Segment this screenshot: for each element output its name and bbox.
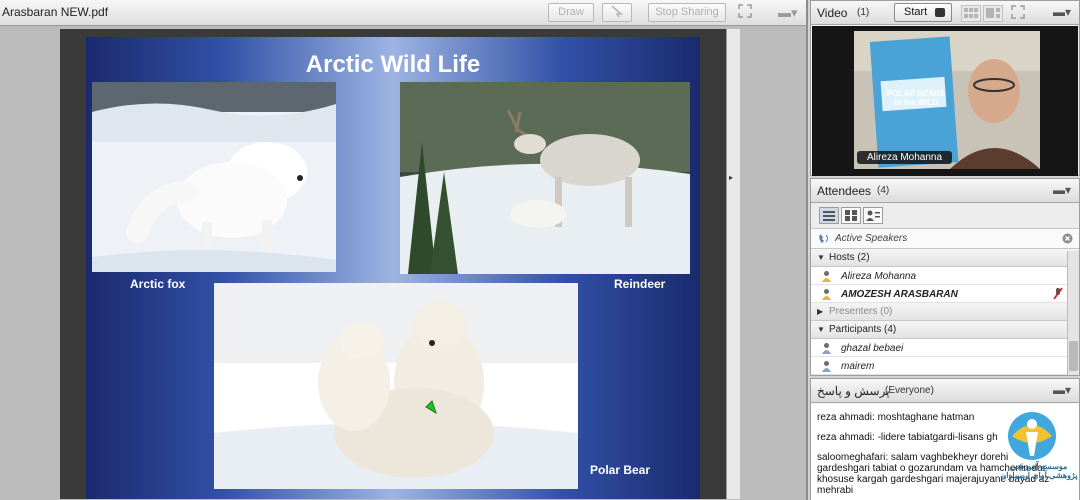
fullscreen-icon	[1011, 5, 1025, 19]
presentation-slide: Arctic Wild Life Arctic fox Reindeer Pol…	[86, 37, 700, 499]
adobe-connect-room: Arasbaran NEW.pdf Draw Stop Sharing ▬▾ A…	[0, 0, 1080, 500]
fullscreen-button[interactable]	[736, 4, 754, 22]
polar-bear-photo	[214, 283, 578, 489]
share-pod-menu-button[interactable]: ▬▾	[778, 4, 798, 22]
video-pod-title: Video	[817, 6, 848, 20]
draw-button[interactable]: Draw	[548, 3, 594, 22]
start-webcam-label: Start	[904, 6, 928, 18]
video-pod: Video (1) ▬▾ POLAR BEARS in the WILD Ali…	[810, 0, 1080, 176]
expand-arrow-icon: ▼	[817, 325, 825, 334]
reindeer-caption: Reindeer	[614, 277, 666, 291]
speaker-phone-icon	[819, 234, 828, 243]
collapse-arrow-icon: ▶	[817, 307, 824, 316]
list-view-icon	[823, 211, 835, 221]
stop-sharing-button[interactable]: Stop Sharing	[648, 3, 726, 22]
camera-icon	[935, 8, 945, 17]
attendee-name: Alireza Mohanna	[841, 271, 917, 282]
arctic-fox-caption: Arctic fox	[130, 277, 186, 291]
start-webcam-button[interactable]: Start	[894, 3, 952, 22]
participant-icon	[822, 361, 831, 372]
qa-audience: (Everyone)	[885, 385, 934, 396]
person-status-icon	[866, 210, 880, 221]
video-count: (1)	[857, 7, 870, 18]
attendee-row[interactable]: AMOZESH ARASBARAN	[811, 285, 1079, 303]
expand-arrow-icon: ▼	[817, 253, 825, 262]
presenters-group-label: Presenters (0)	[829, 306, 893, 317]
breakout-icon	[845, 210, 857, 221]
video-fullscreen-button[interactable]	[1009, 5, 1027, 23]
polar-bear-caption: Polar Bear	[590, 463, 651, 477]
reindeer-photo	[400, 82, 690, 274]
presenters-group-header[interactable]: ▶ Presenters (0)	[811, 303, 1079, 321]
webcam-name-tag: Alireza Mohanna	[857, 151, 953, 164]
attendee-row[interactable]: Alireza Mohanna	[811, 267, 1079, 285]
active-speakers-row[interactable]: Active Speakers	[811, 229, 1079, 249]
close-icon[interactable]	[1062, 233, 1073, 244]
share-content-area: Arctic Wild Life Arctic fox Reindeer Pol…	[0, 27, 806, 500]
slide-title: Arctic Wild Life	[305, 51, 481, 78]
participant-icon	[822, 343, 831, 354]
video-pod-menu-icon[interactable]: ▬▾	[1053, 5, 1071, 19]
attendees-count: (4)	[877, 185, 890, 196]
status-view-button[interactable]	[863, 207, 883, 224]
attendee-name: mairem	[841, 361, 875, 372]
attendee-name: ghazal bebaei	[841, 343, 904, 354]
attendees-pod-header: Attendees (4) ▬▾	[811, 179, 1079, 203]
logo-text: موسسه آموزشی پژوهشی آوای ارسباران	[1000, 462, 1078, 480]
scrollbar-thumb[interactable]	[1069, 341, 1078, 371]
attendees-view-switcher	[811, 203, 1079, 229]
filmstrip-view-button[interactable]	[961, 5, 981, 22]
hosts-group-label: Hosts (2)	[829, 252, 870, 263]
webcam-feed: POLAR BEARS in the WILD	[854, 31, 1040, 169]
hosts-group-header[interactable]: ▼ Hosts (2)	[811, 249, 1079, 267]
presentation-stage: Arctic Wild Life Arctic fox Reindeer Pol…	[60, 29, 726, 499]
share-pod: Arasbaran NEW.pdf Draw Stop Sharing ▬▾ A…	[0, 0, 808, 500]
pod-menu-icon: ▬▾	[778, 5, 798, 20]
logo-emblem-icon	[1008, 412, 1056, 460]
attendee-name: AMOZESH ARASBARAN	[841, 289, 958, 300]
microphone-muted-icon	[1053, 287, 1063, 300]
pointer-icon	[611, 5, 624, 18]
list-view-button[interactable]	[819, 207, 839, 224]
share-toolbar: Arasbaran NEW.pdf Draw Stop Sharing ▬▾	[0, 0, 806, 26]
attendees-pod-menu-icon[interactable]: ▬▾	[1053, 183, 1071, 197]
stage-view-icon	[986, 8, 1000, 18]
participants-group-header[interactable]: ▼ Participants (4)	[811, 321, 1079, 339]
grid-view-icon	[964, 8, 978, 18]
participants-group-label: Participants (4)	[829, 324, 897, 335]
breakout-view-button[interactable]	[841, 207, 861, 224]
attendees-pod-title: Attendees	[817, 184, 872, 198]
document-title: Arasbaran NEW.pdf	[2, 5, 109, 19]
attendee-row[interactable]: ghazal bebaei	[811, 339, 1079, 357]
pod-resize-handle[interactable]: ▸	[726, 29, 740, 499]
attendees-pod: Attendees (4) ▬▾ Active Speakers ▼ Hosts…	[810, 178, 1080, 376]
video-stage: POLAR BEARS in the WILD Alireza Mohanna	[812, 26, 1078, 176]
attendees-scrollbar[interactable]	[1067, 251, 1079, 375]
book-cover-text: POLAR BEARS in the WILD	[886, 89, 946, 107]
qa-pod-title: پرسش و پاسخ	[817, 384, 890, 398]
collapse-arrow-icon: ▸	[729, 173, 734, 182]
stage-view-button[interactable]	[983, 5, 1003, 22]
organization-logo: موسسه آموزشی پژوهشی آوای ارسباران	[998, 410, 1080, 490]
pointer-button[interactable]	[602, 3, 632, 22]
attendee-row[interactable]: mairem	[811, 357, 1079, 375]
host-icon	[822, 271, 831, 282]
qa-pod-header: پرسش و پاسخ (Everyone) ▬▾	[811, 379, 1079, 403]
qa-pod-menu-icon[interactable]: ▬▾	[1053, 383, 1071, 397]
fullscreen-icon	[738, 4, 752, 18]
active-speakers-label: Active Speakers	[835, 233, 908, 244]
host-icon	[822, 289, 831, 300]
arctic-fox-photo	[92, 82, 336, 272]
